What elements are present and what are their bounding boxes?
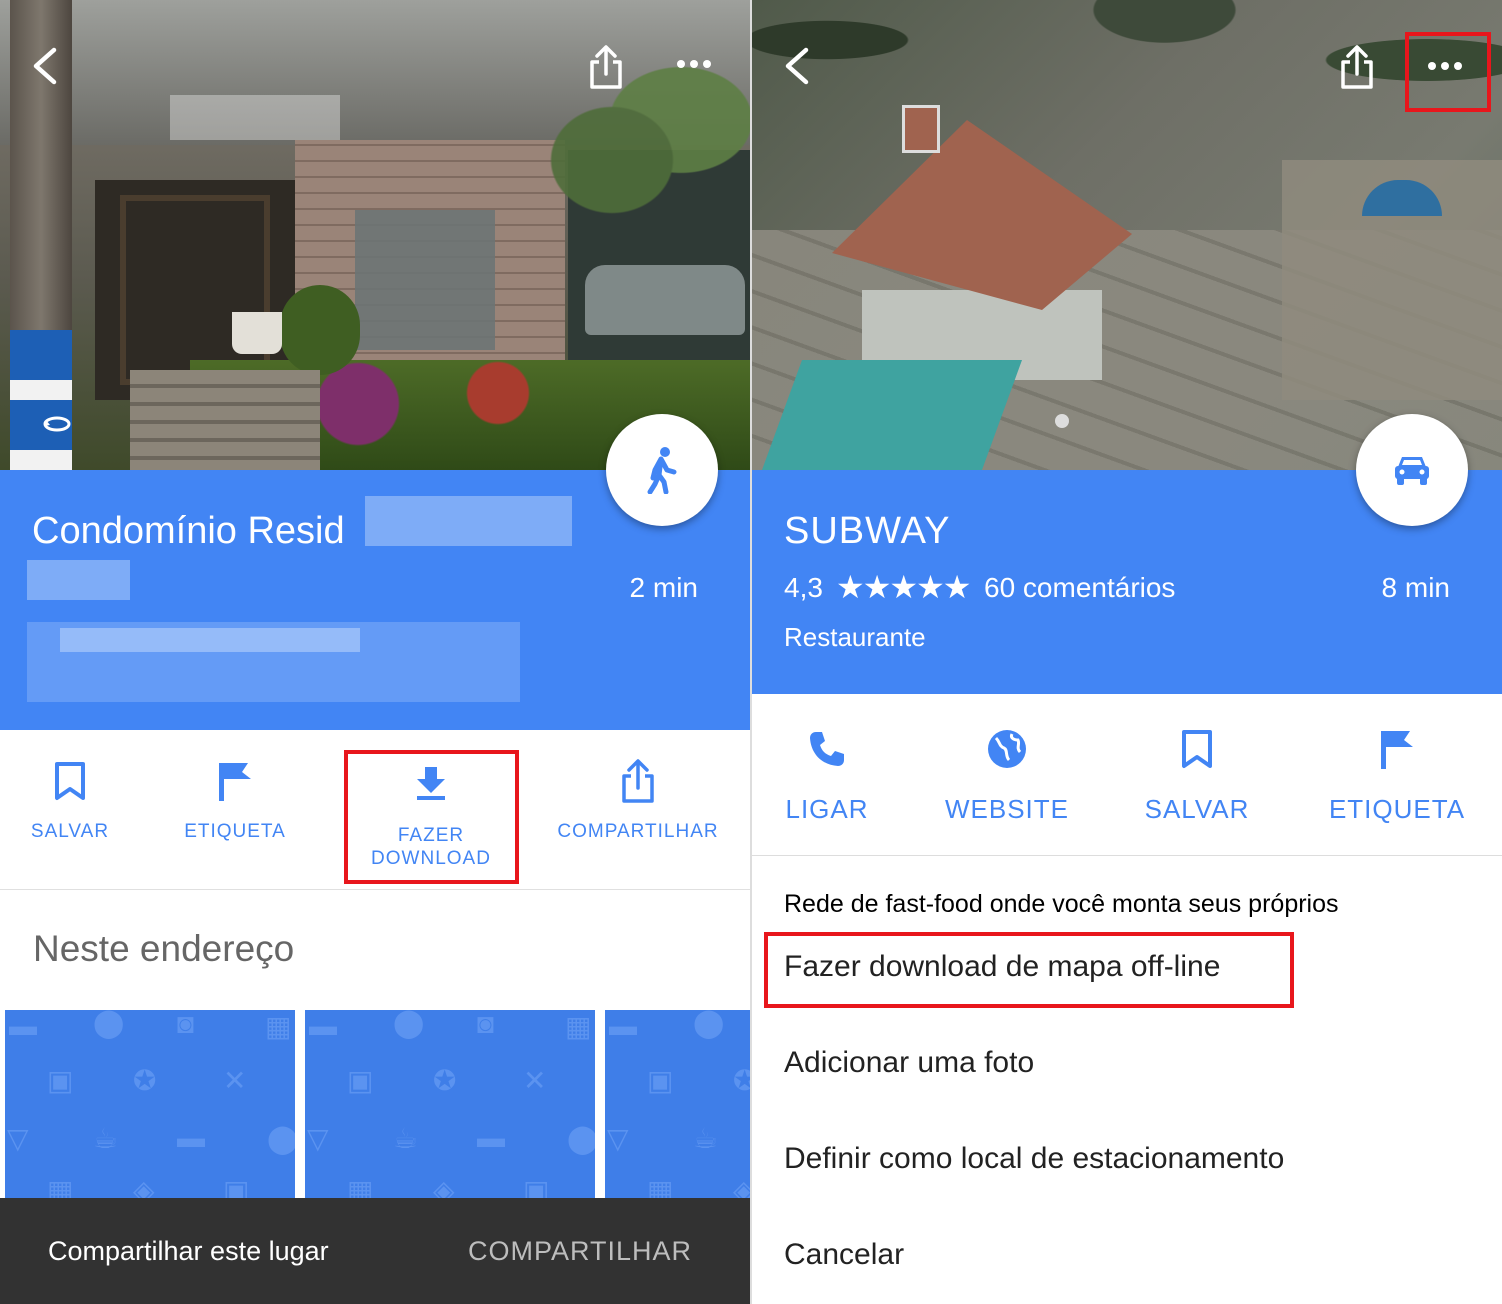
pin-icon: ⬤: [267, 1123, 295, 1154]
bag-icon: ◈: [433, 1175, 455, 1200]
place-title: Condomínio Resid: [32, 510, 345, 552]
cocktail-icon: ▽: [7, 1123, 29, 1154]
blurred-name: [365, 496, 572, 546]
ticket-star-icon: ✪: [733, 1065, 750, 1096]
blurred-name-line2: [27, 560, 130, 600]
blurred-sign: [170, 95, 340, 140]
share-icon[interactable]: [588, 44, 624, 90]
bookmark-icon: [1182, 730, 1212, 768]
hotel-icon: ▣: [47, 1065, 74, 1096]
film-icon: ▦: [265, 1011, 292, 1042]
more-options-icon[interactable]: [676, 58, 712, 70]
pin-icon: ⬤: [693, 1010, 725, 1038]
place-title: SUBWAY: [784, 510, 951, 552]
reviews-link[interactable]: 60 comentários: [984, 572, 1175, 604]
places-at-address-carousel[interactable]: ▬ ⬤ ◙ ▦ ▣ ✪ ✕ ▽ ☕ ▬ ⬤ ▦ ◈ ▣ ▬ ⬤ ◙ ▦ ▣ ✪ …: [0, 1010, 750, 1200]
bookmark-icon: [55, 762, 85, 800]
left-screen: Condomínio Resid 2 min SALVAR ETIQUETA F…: [0, 0, 750, 1304]
download-offline-highlight-box: [764, 932, 1294, 1008]
walking-icon: [647, 447, 677, 494]
right-screen: SUBWAY 4,3 ★★★★★ 60 comentários 8 min Re…: [752, 0, 1502, 1304]
hotel-icon: ▣: [223, 1175, 250, 1200]
save-button[interactable]: SALVAR: [1132, 694, 1262, 856]
bed-icon: ▬: [477, 1122, 505, 1153]
website-button[interactable]: WEBSITE: [932, 694, 1082, 856]
call-button[interactable]: LIGAR: [772, 694, 882, 856]
action-bar: LIGAR WEBSITE SALVAR ETIQUETA: [752, 694, 1502, 856]
download-highlight-box: [344, 750, 519, 884]
hotel-icon: ▣: [523, 1175, 550, 1200]
place-category: Restaurante: [784, 622, 926, 652]
save-button[interactable]: SALVAR: [0, 730, 140, 890]
label-button[interactable]: ETIQUETA: [160, 730, 310, 890]
back-arrow-icon[interactable]: [30, 46, 58, 86]
photo-page-dot: [1055, 414, 1069, 428]
car-icon: [1395, 457, 1429, 485]
bag-icon: ◈: [133, 1175, 155, 1200]
place-photo[interactable]: [752, 0, 1502, 470]
more-options-highlight-box: [1405, 32, 1491, 112]
place-thumbnail[interactable]: ▬ ⬤ ◙ ▦ ▣ ✪ ✕ ▽ ☕ ▬ ⬤ ▦ ◈ ▣: [5, 1010, 295, 1200]
bed-icon: ▬: [609, 1010, 637, 1041]
menu-item-add-photo[interactable]: Adicionar uma foto: [784, 1046, 1034, 1080]
place-thumbnail[interactable]: ▬ ⬤ ▣ ✪ ▽ ☕ ▦ ◈: [605, 1010, 750, 1200]
driving-time: 8 min: [1381, 572, 1450, 603]
film-icon: ▦: [347, 1175, 374, 1200]
360-rotate-icon[interactable]: [42, 414, 72, 439]
menu-item-cancel[interactable]: Cancelar: [784, 1238, 904, 1272]
pin-icon: ⬤: [567, 1123, 595, 1154]
rating-value: 4,3: [784, 572, 823, 603]
place-description: Rede de fast-food onde você monta seus p…: [784, 890, 1339, 918]
driving-directions-button[interactable]: [1356, 414, 1468, 526]
share-icon[interactable]: [1339, 44, 1375, 90]
fork-knife-icon: ✕: [523, 1065, 547, 1096]
section-title: Neste endereço: [33, 928, 295, 969]
cocktail-icon: ▽: [307, 1123, 329, 1154]
label-button[interactable]: ETIQUETA: [1317, 694, 1477, 856]
snackbar-message: Compartilhar este lugar: [48, 1236, 329, 1266]
hotel-icon: ▣: [347, 1065, 374, 1096]
coffee-icon: ☕: [693, 1123, 719, 1154]
snackbar-share-button[interactable]: COMPARTILHAR: [468, 1236, 692, 1267]
share-snackbar: Compartilhar este lugar COMPARTILHAR: [0, 1198, 750, 1304]
back-arrow-icon[interactable]: [782, 46, 810, 86]
bag-icon: ◈: [733, 1175, 750, 1200]
walking-directions-button[interactable]: [606, 414, 718, 526]
place-thumbnail[interactable]: ▬ ⬤ ◙ ▦ ▣ ✪ ✕ ▽ ☕ ▬ ⬤ ▦ ◈ ▣: [305, 1010, 595, 1200]
pin-icon: ⬤: [393, 1010, 425, 1038]
walking-time: 2 min: [629, 572, 698, 603]
flag-icon: [1381, 731, 1413, 769]
ticket-star-icon: ✪: [433, 1065, 457, 1096]
menu-item-set-parking[interactable]: Definir como local de estacionamento: [784, 1142, 1284, 1176]
bed-icon: ▬: [309, 1010, 337, 1041]
pin-icon: ⬤: [93, 1010, 125, 1038]
rating-stars: ★★★★★: [836, 569, 971, 605]
film-icon: ▦: [647, 1175, 674, 1200]
coffee-icon: ☕: [393, 1123, 419, 1154]
ticket-star-icon: ✪: [133, 1065, 157, 1096]
fork-knife-icon: ✕: [223, 1065, 247, 1096]
film-icon: ▦: [565, 1011, 592, 1042]
coffee-icon: ☕: [93, 1123, 119, 1154]
camera-icon: ◙: [177, 1010, 194, 1039]
camera-icon: ◙: [477, 1010, 494, 1039]
hotel-icon: ▣: [647, 1065, 674, 1096]
globe-icon: [988, 730, 1026, 768]
action-bar: SALVAR ETIQUETA FAZER DOWNLOAD COMPARTIL…: [0, 730, 750, 890]
film-icon: ▦: [47, 1175, 74, 1200]
phone-icon: [810, 732, 844, 766]
bed-icon: ▬: [177, 1122, 205, 1153]
share-icon: [622, 759, 654, 803]
action-sheet: Fazer download de mapa off-line Adiciona…: [752, 920, 1502, 1304]
share-button[interactable]: COMPARTILHAR: [550, 730, 726, 890]
street-view-photo[interactable]: [0, 0, 750, 470]
flag-icon: [219, 763, 251, 801]
cocktail-icon: ▽: [607, 1123, 629, 1154]
bed-icon: ▬: [9, 1010, 37, 1041]
